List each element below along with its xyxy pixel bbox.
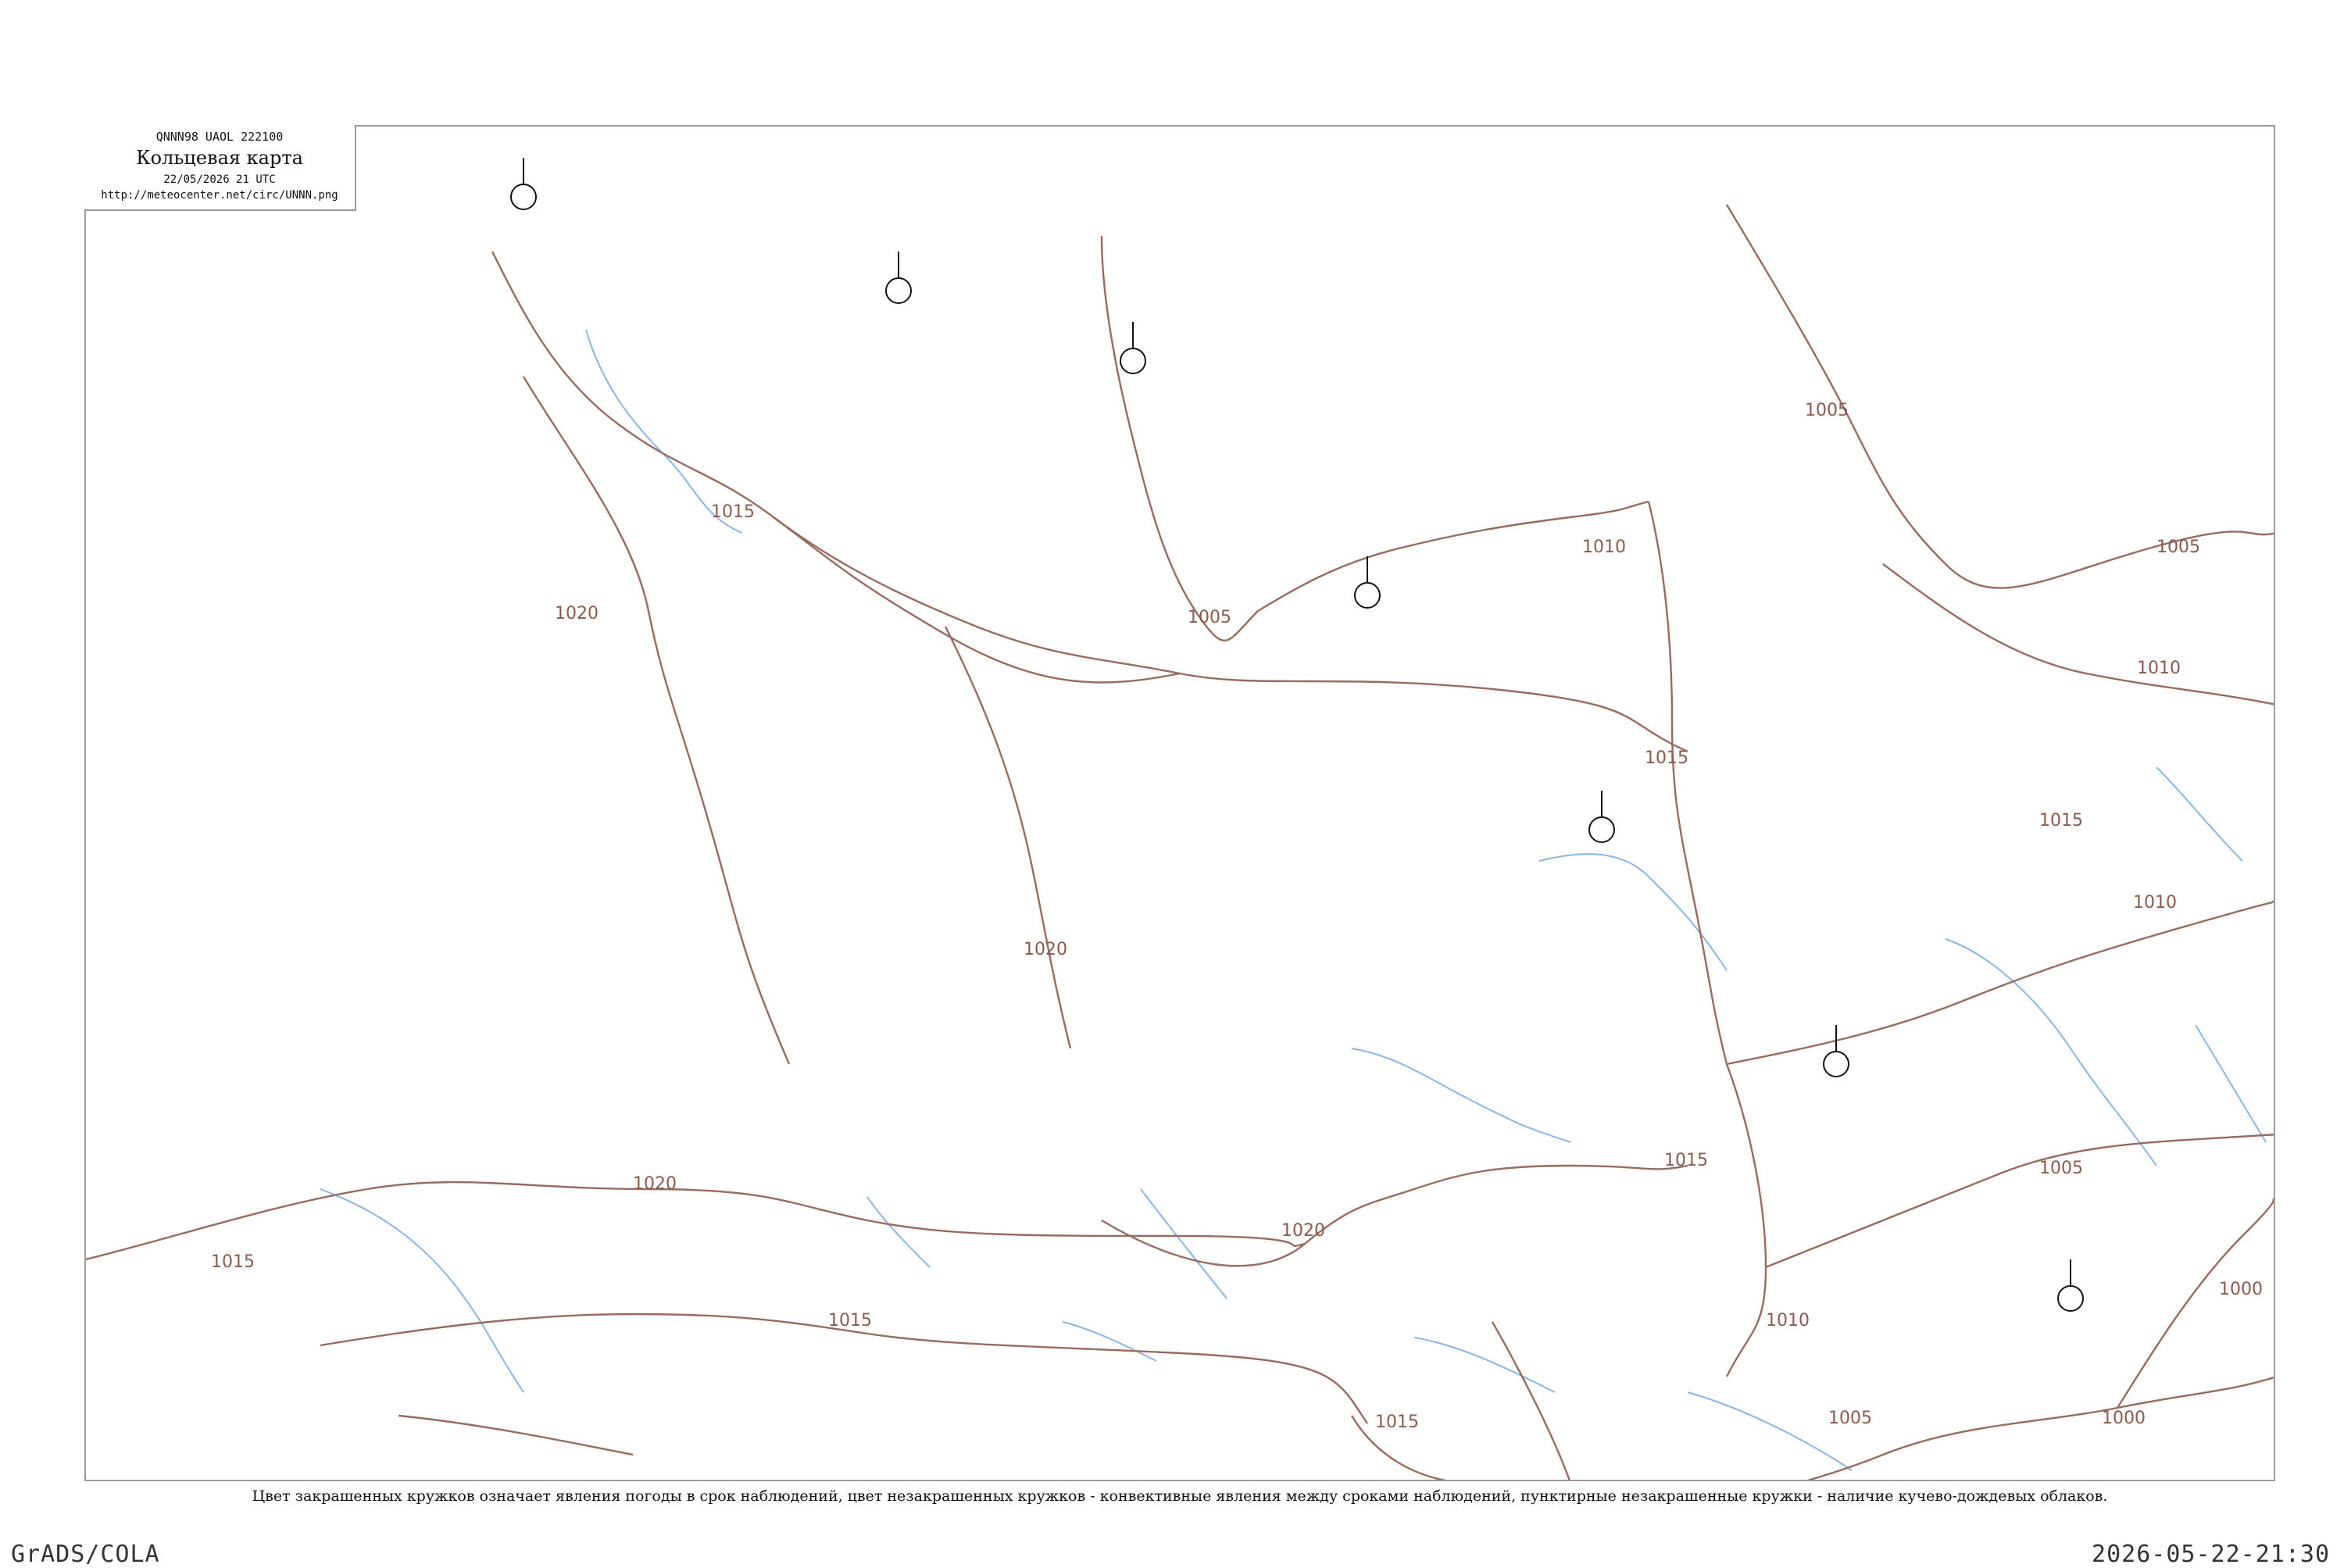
- isobars: [86, 204, 2274, 1480]
- isobar-label: 1015: [2039, 811, 2083, 830]
- isobar-label: 1010: [2133, 893, 2177, 913]
- isobar-label: 1020: [1281, 1221, 1325, 1241]
- isobar-label: 1015: [211, 1252, 255, 1272]
- isobar-label: 1015: [1645, 748, 1688, 768]
- isobar-label: 1010: [2137, 659, 2181, 678]
- isobar-label: 1020: [633, 1174, 677, 1194]
- isobar-label: 1005: [1188, 608, 1231, 627]
- map-caption: Цвет закрашенных кружков означает явлени…: [252, 1488, 2108, 1505]
- isobar-label: 1000: [2102, 1409, 2146, 1428]
- station-plots: [510, 158, 2084, 1312]
- isobar-label: 1010: [1582, 538, 1626, 557]
- map-title: Кольцевая карта: [136, 147, 303, 169]
- rivers: [320, 329, 2267, 1471]
- weather-map: 1020 1015 1020 1020 1020 1015 1015 1015 1005 1010…: [84, 125, 2275, 1481]
- isobar-label: 1005: [1828, 1409, 1872, 1428]
- isobar-label: 1010: [1766, 1311, 1810, 1330]
- footer-timestamp: 2026-05-22-21:30: [2092, 1541, 2330, 1568]
- isobar-label: 1005: [1805, 401, 1849, 420]
- map-url[interactable]: http://meteocenter.net/circ/UNNN.png: [84, 189, 355, 202]
- bulletin-code: QNNN98 UAOL 222100: [155, 130, 284, 144]
- map-date: 22/05/2026 21 UTC: [163, 173, 276, 186]
- isobar-label: 1015: [1664, 1151, 1708, 1170]
- map-canvas: 1020 1015 1020 1020 1020 1015 1015 1015 1005 1010…: [86, 158, 2274, 1480]
- isobar-label: 1005: [2039, 1159, 2083, 1178]
- footer-software-label: GrADS/COLA: [11, 1541, 160, 1568]
- isobar-label: 1020: [1024, 940, 1067, 959]
- isobar-label: 1015: [711, 502, 755, 522]
- isobar-label: 1020: [555, 604, 599, 623]
- isobar-label: 1005: [2156, 538, 2200, 557]
- map-title-box: QNNN98 UAOL 222100 Кольцевая карта 22/05…: [84, 125, 356, 211]
- isobar-label: 1000: [2219, 1280, 2263, 1299]
- isobar-label: 1015: [828, 1311, 872, 1330]
- isobar-label: 1015: [1375, 1413, 1419, 1432]
